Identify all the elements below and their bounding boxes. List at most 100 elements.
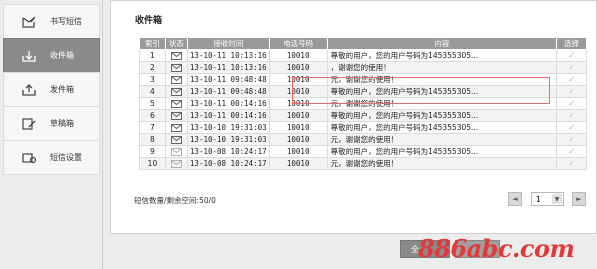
- cell-status: [164, 97, 188, 110]
- cell-time: 13-10-11 10:13:16: [186, 61, 270, 74]
- table-row[interactable]: 8 13-10-10 19:31:03 10010 元，谢谢您的使用！ ✓: [139, 133, 587, 146]
- table-row[interactable]: 10 13-10-08 10:24:17 10010 元，谢谢您的使用！ ✓: [139, 157, 587, 170]
- watermark: 886abc.com: [418, 234, 575, 263]
- cell-phone: 10010: [268, 97, 328, 110]
- checkmark-icon[interactable]: ✓: [568, 135, 575, 144]
- page-select-value: 1: [536, 194, 541, 204]
- cell-select[interactable]: ✓: [556, 49, 587, 62]
- cell-time: 13-10-11 00:14:16: [186, 109, 270, 122]
- cell-content[interactable]: 元，谢谢您的使用！: [326, 133, 558, 146]
- storage-summary: 短信数量/剩余空间:50/0: [134, 196, 216, 205]
- checkmark-icon[interactable]: ✓: [568, 159, 575, 168]
- sidebar-item-label: 草稿箱: [50, 119, 74, 128]
- checkmark-icon[interactable]: ✓: [568, 99, 575, 108]
- envelope-open-icon: [170, 148, 182, 156]
- cell-index: 4: [139, 85, 166, 98]
- sidebar-item-inbox[interactable]: 收件箱: [3, 38, 100, 73]
- checkmark-icon[interactable]: ✓: [568, 147, 575, 156]
- cell-status: [164, 145, 188, 158]
- compose-icon: [22, 16, 36, 28]
- cell-phone: 10010: [268, 73, 328, 86]
- table-row[interactable]: 9 13-10-08 10:24:17 10010 尊敬的用户，您的用户号码为1453…: [139, 145, 587, 158]
- column-header-time[interactable]: 接收时间: [186, 37, 270, 50]
- cell-phone: 10010: [268, 61, 328, 74]
- sidebar-item-label: 发件箱: [50, 85, 74, 94]
- cell-phone: 10010: [268, 157, 328, 170]
- page-select[interactable]: 1 ▼: [531, 192, 564, 206]
- cell-select[interactable]: ✓: [556, 61, 587, 74]
- column-header-status[interactable]: 状态: [164, 37, 188, 50]
- cell-index: 8: [139, 133, 166, 146]
- checkmark-icon[interactable]: ✓: [568, 123, 575, 132]
- table-row[interactable]: 1 13-10-11 10:13:16 10010 尊敬的用户，您的用户号码为1453…: [139, 49, 587, 62]
- checkmark-icon[interactable]: ✓: [568, 111, 575, 120]
- page-title: 收件箱: [135, 16, 163, 26]
- checkmark-icon[interactable]: ✓: [568, 63, 575, 72]
- cell-content[interactable]: 尊敬的用户，您的用户号码为145355305...: [326, 49, 558, 62]
- cell-time: 13-10-11 09:48:48: [186, 73, 270, 86]
- table-row[interactable]: 6 13-10-11 00:14:16 10010 尊敬的用户，您的用户号码为1453…: [139, 109, 587, 122]
- cell-content[interactable]: 尊敬的用户，您的用户号码为145355305...: [326, 85, 558, 98]
- column-header-index[interactable]: 索引: [139, 37, 166, 50]
- cell-content[interactable]: 尊敬的用户，您的用户号码为145355305...: [326, 145, 558, 158]
- cell-index: 3: [139, 73, 166, 86]
- page: 书写短信 收件箱 发件箱 草稿箱 短信设置 收件箱 索引 状态 接收时间 电话号…: [0, 0, 597, 269]
- column-header-phone[interactable]: 电话号码: [268, 37, 328, 50]
- table-row[interactable]: 5 13-10-11 00:14:16 10010 元，谢谢您的使用！ ✓: [139, 97, 587, 110]
- cell-time: 13-10-08 10:24:17: [186, 145, 270, 158]
- envelope-icon: [170, 100, 182, 108]
- checkmark-icon[interactable]: ✓: [568, 51, 575, 60]
- cell-select[interactable]: ✓: [556, 109, 587, 122]
- next-page-button[interactable]: ►: [572, 192, 586, 206]
- column-header-select[interactable]: 选择: [556, 37, 587, 50]
- cell-select[interactable]: ✓: [556, 85, 587, 98]
- checkmark-icon[interactable]: ✓: [568, 87, 575, 96]
- cell-content[interactable]: 元，谢谢您的使用！: [326, 157, 558, 170]
- table-row[interactable]: 7 13-10-10 19:31:03 10010 尊敬的用户，您的用户号码为1453…: [139, 121, 587, 134]
- cell-content[interactable]: 尊敬的用户，您的用户号码为145355305...: [326, 109, 558, 122]
- cell-content[interactable]: ，谢谢您的使用！: [326, 61, 558, 74]
- envelope-icon: [170, 112, 182, 120]
- cell-select[interactable]: ✓: [556, 145, 587, 158]
- envelope-icon: [170, 136, 182, 144]
- column-header-content[interactable]: 内容: [326, 37, 558, 50]
- sidebar-item-settings[interactable]: 短信设置: [3, 140, 100, 175]
- cell-select[interactable]: ✓: [556, 157, 587, 170]
- table-row[interactable]: 4 13-10-11 09:48:48 10010 尊敬的用户，您的用户号码为1453…: [139, 85, 587, 98]
- sidebar-item-label: 书写短信: [50, 17, 82, 26]
- cell-select[interactable]: ✓: [556, 133, 587, 146]
- cell-index: 2: [139, 61, 166, 74]
- cell-content[interactable]: 元，谢谢您的使用！: [326, 73, 558, 86]
- cell-content[interactable]: 尊敬的用户，您的用户号码为145355305...: [326, 121, 558, 134]
- cell-phone: 10010: [268, 133, 328, 146]
- envelope-icon: [170, 88, 182, 96]
- checkmark-icon[interactable]: ✓: [568, 75, 575, 84]
- cell-select[interactable]: ✓: [556, 73, 587, 86]
- sidebar-item-label: 收件箱: [50, 51, 74, 60]
- sidebar-item-drafts[interactable]: 草稿箱: [3, 106, 100, 141]
- table-row[interactable]: 3 13-10-11 09:48:48 10010 元，谢谢您的使用！ ✓: [139, 73, 587, 86]
- cell-select[interactable]: ✓: [556, 97, 587, 110]
- cell-phone: 10010: [268, 121, 328, 134]
- prev-page-button[interactable]: ◄: [508, 192, 522, 206]
- inbox-icon: [22, 50, 36, 62]
- cell-time: 13-10-11 00:14:16: [186, 97, 270, 110]
- cell-status: [164, 85, 188, 98]
- cell-time: 13-10-08 10:24:17: [186, 157, 270, 170]
- drafts-icon: [22, 117, 36, 130]
- cell-time: 13-10-10 19:31:03: [186, 121, 270, 134]
- cell-content[interactable]: 元，谢谢您的使用！: [326, 97, 558, 110]
- cell-status: [164, 157, 188, 170]
- sidebar-item-outbox[interactable]: 发件箱: [3, 72, 100, 107]
- chevron-down-icon: ▼: [552, 194, 562, 204]
- cell-select[interactable]: ✓: [556, 121, 587, 134]
- cell-status: [164, 109, 188, 122]
- sidebar-item-compose[interactable]: 书写短信: [3, 4, 100, 39]
- cell-index: 6: [139, 109, 166, 122]
- cell-status: [164, 73, 188, 86]
- envelope-icon: [170, 76, 182, 84]
- cell-phone: 10010: [268, 49, 328, 62]
- cell-status: [164, 49, 188, 62]
- table-row[interactable]: 2 13-10-11 10:13:16 10010 ，谢谢您的使用！ ✓: [139, 61, 587, 74]
- envelope-open-icon: [170, 160, 182, 168]
